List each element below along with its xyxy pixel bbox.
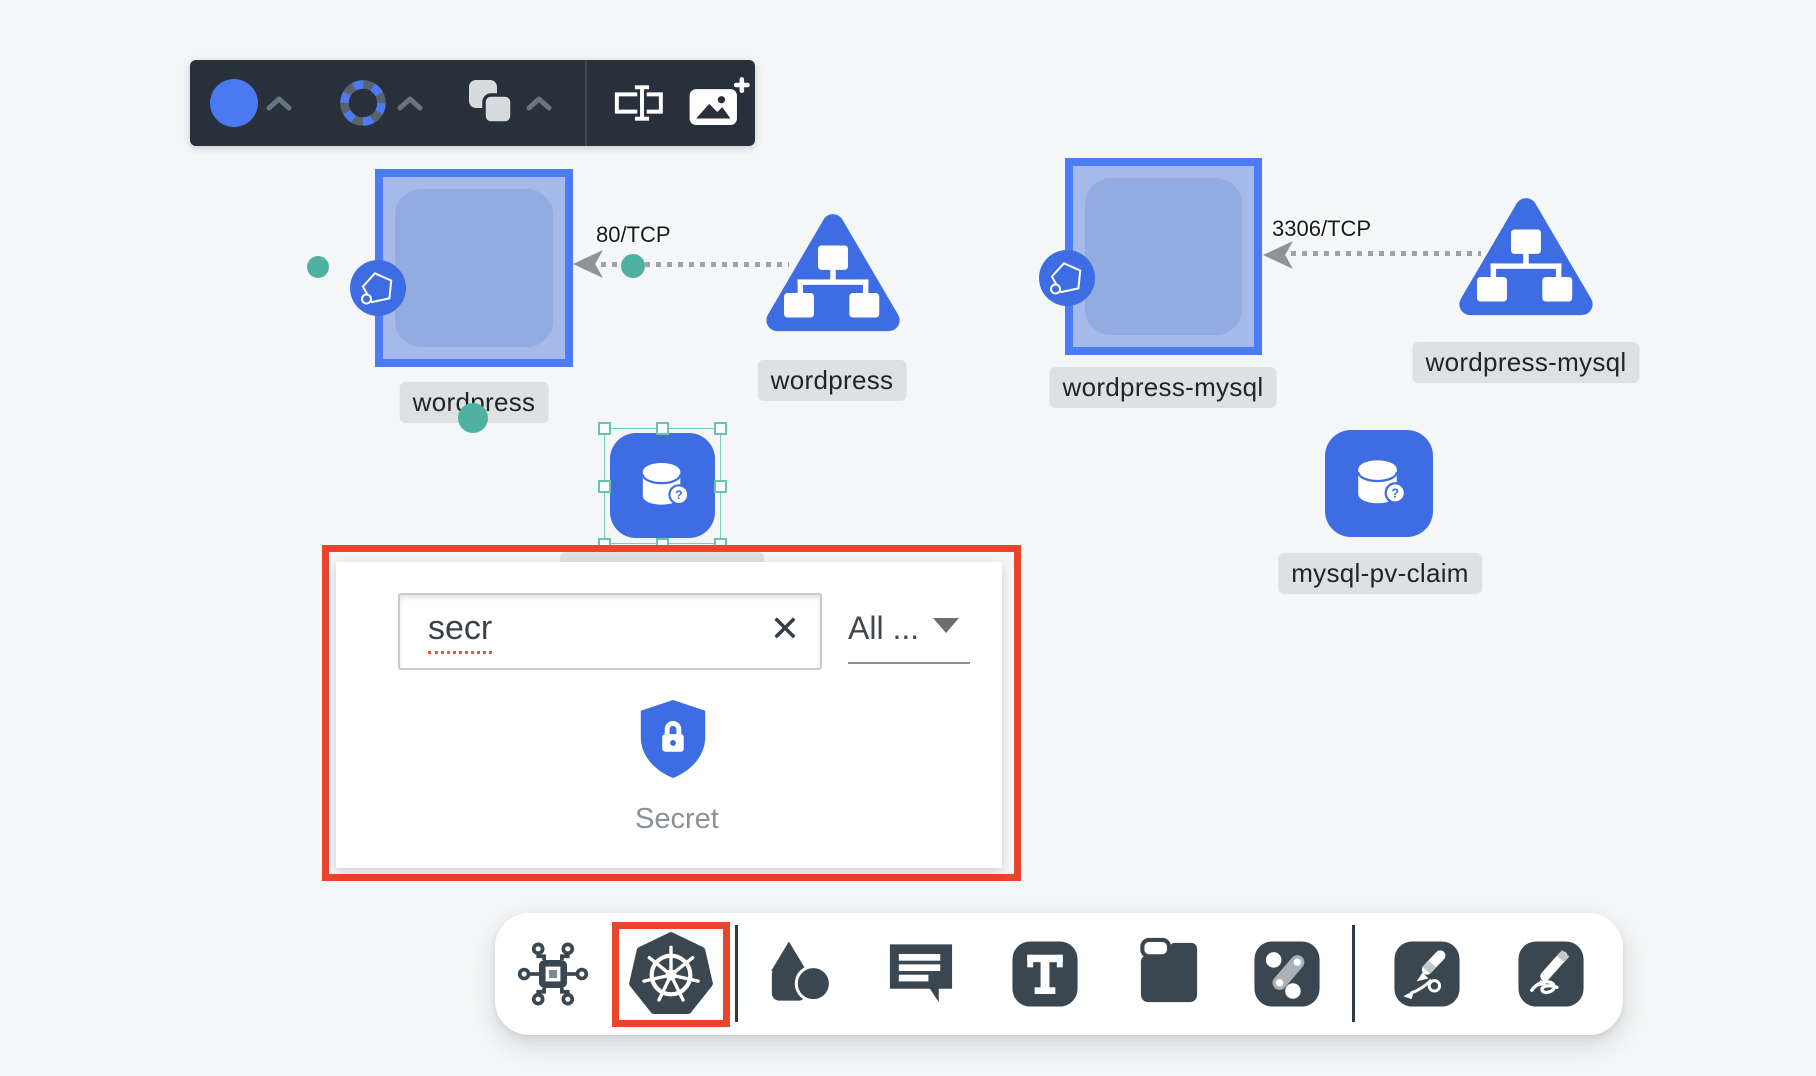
element-search-popup: secr ✕ All ... Secret [322, 545, 1021, 881]
caret-down-icon [933, 618, 959, 633]
search-query-text: secr [428, 609, 492, 654]
freehand-pencil-scribble-icon[interactable] [1514, 937, 1588, 1011]
shapes-tool-icon[interactable] [763, 937, 837, 1011]
selection-handle[interactable] [714, 480, 727, 493]
arrowhead-icon [573, 250, 603, 278]
toolbar-divider [585, 60, 587, 146]
style-toolbar [190, 60, 755, 146]
comment-tool-speech-bubble-icon[interactable] [884, 937, 958, 1011]
image-plus-icon[interactable] [688, 77, 750, 129]
node-label: wordpress-mysql [1050, 367, 1277, 408]
dock-divider [1352, 925, 1355, 1022]
pvc-database-icon: ? [1342, 447, 1416, 521]
node-label: wordpress [758, 360, 907, 401]
pod-badge-icon[interactable] [1039, 250, 1095, 306]
text-width-icon[interactable] [608, 81, 676, 125]
connection-line[interactable] [1291, 251, 1481, 256]
connection-handle[interactable] [458, 403, 488, 433]
shield-lock-icon [636, 698, 710, 780]
connection-endpoint-handle[interactable] [621, 254, 645, 278]
canvas[interactable]: wordpress 80/TCP wordpress wordpress-mys… [0, 0, 1816, 1076]
port-label: 80/TCP [596, 222, 671, 248]
dock-divider [735, 925, 738, 1022]
search-result-secret[interactable]: Secret [635, 698, 711, 836]
deployment-inner-shape [395, 189, 553, 347]
draw-connection-pen-arrow-icon[interactable] [1390, 937, 1464, 1011]
selection-box[interactable] [604, 428, 721, 544]
selection-handle[interactable] [656, 422, 669, 435]
chevron-up-icon[interactable] [266, 95, 292, 111]
node-wordpress-service[interactable] [765, 204, 901, 344]
tool-dock [495, 913, 1623, 1035]
copy-style-icon[interactable] [466, 77, 516, 127]
node-wordpress-mysql-service[interactable] [1458, 188, 1594, 328]
pod-badge-icon[interactable] [350, 260, 406, 316]
arrowhead-icon [1263, 241, 1293, 269]
frame-tool-icon[interactable] [1132, 937, 1206, 1011]
filter-value: All ... [848, 610, 919, 647]
connector-tool-chain-link-icon[interactable] [1250, 937, 1324, 1011]
svg-text:?: ? [1391, 486, 1399, 500]
connection-handle[interactable] [307, 256, 329, 278]
selection-handle[interactable] [598, 422, 611, 435]
popup-panel: secr ✕ All ... Secret [336, 562, 1002, 868]
infrastructure-tool-circuit-chip-icon[interactable] [516, 937, 590, 1011]
node-mysql-pv-claim[interactable]: ? [1325, 430, 1433, 537]
node-label: mysql-pv-claim [1278, 553, 1482, 594]
chevron-up-icon[interactable] [526, 95, 552, 111]
clear-search-icon[interactable]: ✕ [770, 611, 800, 647]
port-label: 3306/TCP [1272, 216, 1371, 242]
kubernetes-helm-wheel-icon [629, 931, 713, 1019]
chevron-up-icon[interactable] [397, 95, 423, 111]
selection-handle[interactable] [598, 480, 611, 493]
category-filter-select[interactable]: All ... [848, 610, 972, 647]
deployment-inner-shape [1085, 178, 1242, 335]
search-input[interactable]: secr ✕ [398, 593, 822, 670]
result-label: Secret [635, 803, 711, 836]
select-underline [848, 662, 970, 664]
kubernetes-tool-selected[interactable] [612, 922, 730, 1027]
selection-handle[interactable] [714, 422, 727, 435]
fill-color-swatch-icon[interactable] [210, 79, 258, 127]
node-label: wordpress-mysql [1413, 342, 1640, 383]
text-tool-icon[interactable] [1008, 937, 1082, 1011]
border-style-swatch-icon[interactable] [339, 79, 387, 127]
